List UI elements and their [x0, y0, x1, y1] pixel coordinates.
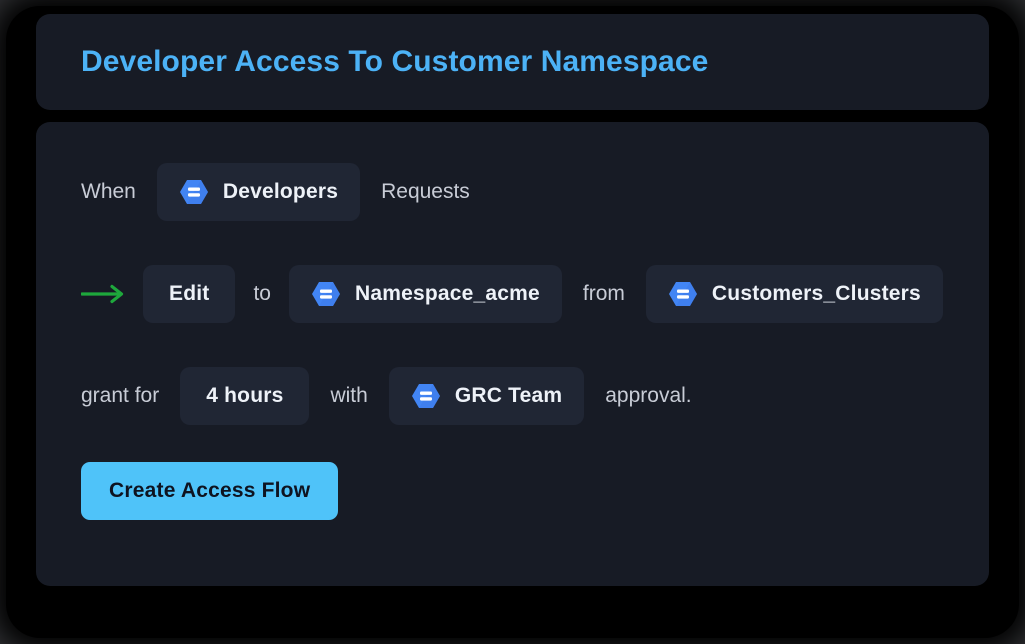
chip-permission[interactable]: Edit	[143, 265, 235, 323]
duration-prefix-label: grant for	[81, 384, 159, 408]
action-connector-from-label: from	[583, 282, 625, 306]
chip-target-resource-label: Namespace_acme	[355, 282, 540, 306]
chip-requester-label: Developers	[223, 180, 338, 204]
hexagon-resource-icon	[179, 177, 209, 207]
chip-source-resource-label: Customers_Clusters	[712, 282, 921, 306]
chip-approver[interactable]: GRC Team	[389, 367, 584, 425]
page-title: Developer Access To Customer Namespace	[81, 45, 708, 79]
action-connector-to-label: to	[253, 282, 271, 306]
duration-suffix-label: approval.	[605, 384, 691, 408]
hexagon-resource-icon	[411, 381, 441, 411]
chip-target-resource[interactable]: Namespace_acme	[289, 265, 562, 323]
hexagon-resource-icon	[311, 279, 341, 309]
card-actions: Create Access Flow	[81, 462, 338, 520]
chip-approver-label: GRC Team	[455, 384, 562, 408]
access-flow-card: Developer Access To Customer Namespace W…	[36, 14, 989, 586]
flow-row-trigger: When Developers	[81, 160, 959, 224]
flow-row-duration: grant for 4 hours with	[81, 364, 959, 428]
arrow-right-icon	[81, 283, 127, 305]
chip-duration-label: 4 hours	[206, 384, 283, 408]
flow-row-action: Edit to	[81, 262, 959, 326]
trigger-prefix-label: When	[81, 180, 136, 204]
card-body: When Developers	[36, 122, 989, 586]
chip-source-resource[interactable]: Customers_Clusters	[646, 265, 943, 323]
card-header: Developer Access To Customer Namespace	[36, 14, 989, 110]
chip-duration[interactable]: 4 hours	[180, 367, 309, 425]
access-flow-sentence: When Developers	[81, 160, 959, 428]
trigger-suffix-label: Requests	[381, 180, 470, 204]
app-screenshot: Developer Access To Customer Namespace W…	[0, 0, 1025, 644]
chip-permission-label: Edit	[169, 282, 209, 306]
duration-connector-with-label: with	[330, 384, 367, 408]
chip-requester[interactable]: Developers	[157, 163, 360, 221]
create-access-flow-button[interactable]: Create Access Flow	[81, 462, 338, 520]
hexagon-resource-icon	[668, 279, 698, 309]
